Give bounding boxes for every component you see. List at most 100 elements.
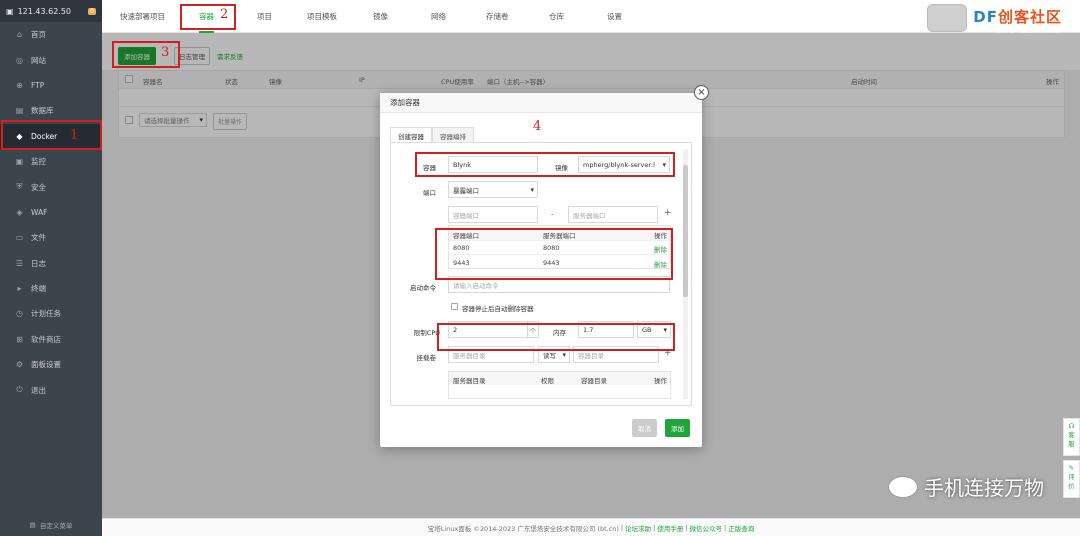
sidebar-item-label: 退出 bbox=[31, 385, 46, 395]
sidebar-item-logout[interactable]: ⏻ 退出 bbox=[0, 377, 102, 402]
sidebar-item-label: 数据库 bbox=[31, 106, 54, 116]
server-port-input[interactable]: 服务器端口 bbox=[568, 206, 658, 223]
port-mode-select[interactable]: 暴露端口 ▾ bbox=[448, 181, 538, 198]
sidebar-item-label: 网站 bbox=[31, 55, 46, 65]
mount-col-container: 容器目录 bbox=[581, 377, 607, 385]
add-button[interactable]: 添加 bbox=[665, 419, 690, 437]
chevron-down-icon: ▾ bbox=[530, 186, 534, 194]
store-icon: ⊞ bbox=[16, 334, 23, 344]
monitor-icon: ▣ bbox=[15, 157, 24, 167]
sidebar-item-home[interactable]: ⌂ 首页 bbox=[0, 22, 102, 47]
sidebar-item-clock[interactable]: ◷ 计划任务 bbox=[0, 301, 102, 326]
footer: 宝塔Linux面板 ©2014-2023 广东堡塔安全技术有限公司 (bt.cn… bbox=[102, 518, 1080, 536]
annotation-box-ports bbox=[435, 228, 673, 280]
footer-sep: | bbox=[685, 523, 688, 532]
annotation-number-2: 2 bbox=[220, 7, 229, 22]
tab-6[interactable]: 存储卷 bbox=[486, 0, 509, 33]
modal-tabs: 创建容器 容器编排 bbox=[390, 127, 474, 143]
settings-icon: ⚙ bbox=[15, 360, 24, 370]
sidebar-item-label: 监控 bbox=[31, 157, 46, 167]
annotation-number-4: 4 bbox=[533, 119, 542, 134]
annotation-box-add-container bbox=[112, 41, 180, 68]
footer-link-manual[interactable]: 使用手册 bbox=[657, 523, 683, 533]
mount-label: 挂载卷 bbox=[416, 354, 437, 362]
sidebar-item-globe[interactable]: ◎ 网站 bbox=[0, 47, 102, 72]
customer-service-label: 客服 bbox=[1068, 431, 1075, 448]
footer-sep: | bbox=[724, 523, 727, 532]
review-button[interactable]: ✎ 评价 bbox=[1063, 460, 1080, 498]
home-icon: ⌂ bbox=[16, 30, 23, 40]
mount-col-perm: 权限 bbox=[541, 377, 554, 385]
sidebar-item-label: 终端 bbox=[31, 284, 46, 294]
auto-remove-checkbox[interactable] bbox=[451, 303, 458, 310]
server-header: ▣ 121.43.62.50 0 bbox=[0, 0, 102, 22]
dfrobot-logo: DF创客社区 mc.DFRobot.com.cn bbox=[927, 4, 1062, 35]
port-label: 端口 bbox=[423, 189, 436, 197]
sidebar-item-ftp[interactable]: ⊕ FTP bbox=[0, 73, 102, 98]
tab-8[interactable]: 设置 bbox=[607, 0, 622, 33]
footer-link-license[interactable]: 正版查询 bbox=[728, 523, 754, 533]
database-icon: ▤ bbox=[15, 106, 24, 116]
tab-4[interactable]: 镜像 bbox=[373, 0, 388, 33]
modal-title: 添加容器 bbox=[380, 93, 702, 113]
mount-col-server: 服务器目录 bbox=[453, 377, 486, 385]
footer-link-wechat[interactable]: 微信公众号 bbox=[690, 523, 723, 533]
robot-logo-icon bbox=[927, 4, 968, 32]
wechat-icon bbox=[888, 475, 918, 498]
server-ip: 121.43.62.50 bbox=[17, 6, 71, 16]
headset-icon: ☊ bbox=[1068, 422, 1075, 430]
tab-create-container[interactable]: 创建容器 bbox=[390, 127, 432, 143]
menu-icon: ▤ bbox=[29, 521, 36, 529]
mounts-table: 服务器目录 权限 容器目录 操作 bbox=[448, 371, 671, 399]
sidebar-item-shield[interactable]: ⛨ 安全 bbox=[0, 174, 102, 199]
waf-icon: ◈ bbox=[16, 207, 23, 217]
sidebar-item-label: 文件 bbox=[31, 233, 46, 243]
sidebar-item-terminal[interactable]: ▸ 终端 bbox=[0, 276, 102, 301]
sidebar-item-store[interactable]: ⊞ 软件商店 bbox=[0, 327, 102, 352]
tab-3[interactable]: 项目模板 bbox=[307, 0, 337, 33]
tab-2[interactable]: 项目 bbox=[257, 0, 272, 33]
annotation-box-docker bbox=[1, 120, 102, 150]
sidebar-item-waf[interactable]: ◈ WAF bbox=[0, 200, 102, 225]
terminal-icon: ▸ bbox=[17, 284, 22, 294]
tab-5[interactable]: 网络 bbox=[431, 0, 446, 33]
tab-0[interactable]: 快速部署项目 bbox=[120, 0, 165, 33]
cancel-button[interactable]: 取消 bbox=[632, 419, 657, 437]
container-port-input[interactable]: 容器端口 bbox=[448, 206, 538, 223]
sidebar-item-label: 安全 bbox=[31, 182, 46, 192]
tab-compose[interactable]: 容器编排 bbox=[432, 127, 474, 143]
customer-service-button[interactable]: ☊ 客服 bbox=[1063, 418, 1080, 456]
cpu-label: 限制CPU bbox=[413, 329, 440, 337]
mount-mode-value: 读写 bbox=[543, 351, 556, 360]
sidebar-item-monitor[interactable]: ▣ 监控 bbox=[0, 149, 102, 174]
logo-text: 创客社区 bbox=[997, 8, 1062, 26]
tab-7[interactable]: 仓库 bbox=[549, 0, 564, 33]
sidebar-item-label: 软件商店 bbox=[31, 334, 61, 344]
sidebar-item-folder[interactable]: ▭ 文件 bbox=[0, 225, 102, 250]
footer-sep: | bbox=[620, 523, 624, 532]
chevron-down-icon: ▾ bbox=[562, 351, 566, 359]
sidebar-item-settings[interactable]: ⚙ 面板设置 bbox=[0, 352, 102, 377]
custom-menu-button[interactable]: ▤ 自定义菜单 bbox=[0, 514, 102, 536]
form-scrollbar[interactable] bbox=[683, 149, 688, 399]
port-mode-value: 暴露端口 bbox=[453, 186, 479, 195]
footer-link-forum[interactable]: 论坛求助 bbox=[625, 523, 651, 533]
cmd-label: 启动命令 bbox=[410, 284, 436, 292]
port-dash: - bbox=[551, 210, 554, 218]
add-port-icon[interactable]: + bbox=[664, 208, 672, 218]
notification-badge[interactable]: 0 bbox=[88, 7, 96, 15]
footer-sep: | bbox=[653, 523, 656, 532]
sidebar-item-log[interactable]: ☰ 日志 bbox=[0, 251, 102, 276]
sidebar: ▣ 121.43.62.50 0 ⌂ 首页 ◎ 网站 ⊕ FTP ▤ 数据库 ◆ Docker ▣ 监… bbox=[0, 0, 102, 536]
clock-icon: ◷ bbox=[16, 309, 23, 319]
sidebar-item-label: WAF bbox=[31, 207, 48, 217]
globe-icon: ◎ bbox=[16, 55, 23, 65]
watermark-text: 手机连接万物 bbox=[924, 476, 1044, 500]
annotation-number-1: 1 bbox=[70, 128, 79, 143]
auto-remove-label: 容器停止后自动删除容器 bbox=[462, 305, 534, 313]
close-icon[interactable]: × bbox=[694, 85, 709, 100]
annotation-box-cpu-mem bbox=[437, 323, 675, 351]
mount-col-action: 操作 bbox=[654, 377, 667, 385]
custom-menu-label: 自定义菜单 bbox=[39, 522, 73, 530]
modal-footer: 取消 添加 bbox=[380, 407, 702, 447]
